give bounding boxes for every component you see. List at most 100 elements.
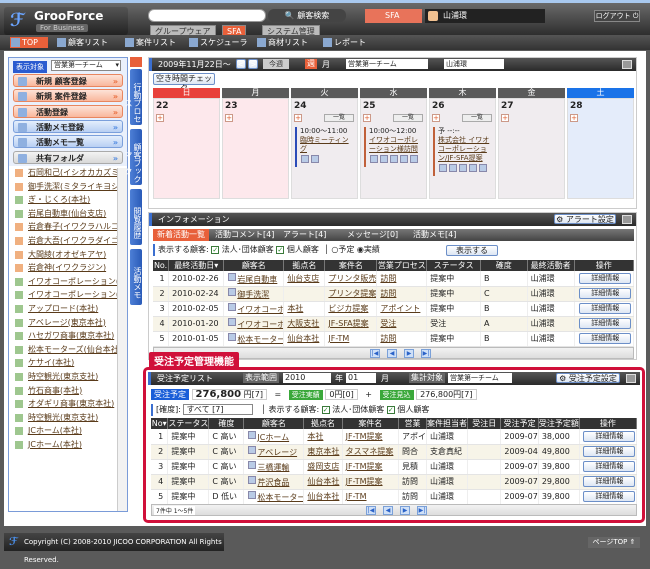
table-cell[interactable]: ビジカ提案 (324, 301, 378, 317)
month-select[interactable]: 01 (346, 373, 376, 383)
column-header[interactable]: 顧客名 (243, 418, 305, 429)
column-header[interactable]: 操作 (574, 260, 635, 271)
table-cell[interactable]: JF-TM提案 (342, 429, 400, 445)
table-cell[interactable]: プリンタ販売 (324, 271, 378, 287)
table-cell[interactable]: JF-SFA提案 (324, 316, 378, 332)
detail-button[interactable]: 詳細情報 (579, 303, 632, 314)
customer-link[interactable]: ハセガワ商事(東京本社) (9, 329, 127, 343)
person-select[interactable]: 山浦環 (444, 59, 504, 69)
new-customer-button[interactable]: 新規 顧客登録 » (13, 74, 123, 87)
table-cell[interactable]: 本社 (283, 301, 326, 317)
add-event-icon[interactable]: + (501, 114, 509, 122)
customer-link[interactable]: 大間綾(オオゼキアヤ) (9, 248, 127, 262)
add-event-icon[interactable]: + (294, 114, 302, 122)
actual-radio[interactable]: ◉ (357, 245, 364, 254)
column-header[interactable]: 確度 (480, 260, 528, 271)
column-header[interactable]: 確度 (208, 418, 245, 429)
show-button[interactable]: 表示する (446, 245, 498, 256)
detail-button[interactable]: 詳細情報 (579, 318, 632, 329)
list-more-button[interactable]: 一覧 (393, 114, 423, 122)
column-header[interactable]: 拠点名 (283, 260, 326, 271)
table-cell[interactable]: 三橋運輸 (243, 459, 305, 475)
page-top-button[interactable]: ページTOP ⇑ (588, 537, 640, 548)
detail-button[interactable]: 詳細情報 (583, 430, 636, 442)
add-event-icon[interactable]: + (156, 114, 164, 122)
customer-link[interactable]: 岩倉春子(イワクラハルコ) (9, 220, 127, 234)
table-cell[interactable]: 本社 (303, 429, 343, 445)
calendar-event[interactable]: 10:00～11:00 臨時ミーティング (295, 127, 353, 167)
alert-settings-button[interactable]: ⚙ アラート設定 (554, 214, 616, 224)
customer-link[interactable]: JCホーム(本社) (9, 438, 127, 452)
event-title[interactable]: イワオコーポレーション様訪問 (369, 136, 422, 154)
info-tab-0[interactable]: 新着活動一覧 (153, 229, 209, 241)
event-action-icon[interactable] (449, 164, 457, 172)
customer-link[interactable]: 時空観光(東京支社) (9, 370, 127, 384)
column-header[interactable]: 案件名 (324, 260, 378, 271)
table-cell[interactable]: JCホーム (243, 429, 305, 445)
detail-button[interactable]: 詳細情報 (583, 446, 636, 457)
minimize-icon[interactable] (622, 215, 632, 224)
column-header[interactable]: No. (153, 260, 170, 271)
event-action-icon[interactable] (469, 164, 477, 172)
customer-link[interactable]: アベレージ(東京本社) (9, 316, 127, 330)
add-event-icon[interactable]: + (363, 114, 371, 122)
column-header[interactable]: 拠点名 (303, 418, 343, 429)
table-cell[interactable]: 芹沢食品 (243, 474, 305, 490)
nav-report[interactable]: レポート (322, 37, 366, 48)
team-select[interactable]: 営業第一チーム (346, 59, 428, 69)
add-event-icon[interactable]: + (432, 114, 440, 122)
detail-button[interactable]: 詳細情報 (583, 476, 636, 487)
event-action-icon[interactable] (301, 155, 309, 163)
add-event-icon[interactable]: + (570, 114, 578, 122)
certainty-select[interactable]: すべて [7] (183, 404, 254, 415)
table-cell[interactable]: 松本モーターズ (243, 489, 305, 505)
customer-list-scrollbar[interactable] (117, 168, 127, 511)
month-view-button[interactable]: 月 (322, 58, 330, 71)
nav-customer-list[interactable]: 顧客リスト (56, 37, 108, 48)
table-cell[interactable]: JF-TM提案 (342, 474, 400, 490)
event-action-icon[interactable] (370, 155, 378, 163)
add-event-icon[interactable]: + (225, 114, 233, 122)
detail-button[interactable]: 詳細情報 (583, 461, 636, 472)
table-cell[interactable] (283, 286, 326, 302)
calendar-event[interactable]: 10:00～12:00 イワオコーポレーション様訪問 (364, 127, 422, 167)
column-header[interactable]: 受注予定 (500, 418, 539, 429)
customer-link[interactable]: 時空観光(東京支社) (9, 411, 127, 425)
indiv-checkbox[interactable]: ✓ (276, 245, 285, 254)
list-more-button[interactable]: 一覧 (462, 114, 492, 122)
info-tab-4[interactable]: 活動メモ[4] (409, 229, 460, 241)
next-page-icon[interactable]: ▶ (400, 506, 410, 515)
day-cell[interactable]: 23 + (222, 98, 289, 199)
table-cell[interactable]: JF-TM (342, 489, 400, 505)
table-cell[interactable]: アベレージ (243, 444, 305, 460)
customer-link[interactable]: 竹石商事(本社) (9, 384, 127, 398)
customer-link[interactable]: 松本モーターズ(仙台本社) (9, 343, 127, 357)
column-header[interactable]: 受注予定額 (538, 418, 580, 429)
next-week-button[interactable]: > (248, 59, 258, 69)
day-cell[interactable]: 28 + (567, 98, 634, 199)
column-header[interactable]: 最終活動日▾ (168, 260, 225, 271)
table-cell[interactable]: 盛岡支店 (303, 459, 343, 475)
search-input[interactable] (148, 9, 266, 22)
event-action-icon[interactable] (439, 164, 447, 172)
day-cell[interactable]: 26 + 一覧予 --:-- 株式会社 イワオコーポレーション/JF-SFA提案 (429, 98, 496, 199)
this-week-button[interactable]: 今週 (263, 59, 289, 69)
day-cell[interactable]: 27 + (498, 98, 565, 199)
event-title[interactable]: 株式会社 イワオコーポレーション/JF-SFA提案 (438, 136, 491, 163)
column-header[interactable]: 営業プロセス (376, 260, 428, 271)
info-tab-2[interactable]: アラート[4] (279, 229, 330, 241)
column-header[interactable]: 操作 (579, 418, 638, 429)
column-header[interactable]: ステータス (426, 260, 481, 271)
customer-link[interactable]: 岩倉神(イワクラジン) (9, 261, 127, 275)
table-cell[interactable]: 松本モーターズ (223, 331, 285, 347)
table-cell[interactable]: タスマネ提案 (342, 444, 400, 460)
event-title[interactable]: 臨時ミーティング (300, 136, 353, 154)
day-cell[interactable]: 24 + 一覧 10:00～11:00 臨時ミーティング (291, 98, 358, 199)
table-cell[interactable]: プリンタ提案 (324, 286, 378, 302)
vtab-2[interactable]: 閲覧履歴 (130, 189, 142, 245)
scope-select[interactable]: 営業第一チーム ▾ (51, 60, 121, 71)
corp-checkbox[interactable]: ✓ (321, 405, 330, 414)
memo-list-button[interactable]: 活動メモ一覧 » (13, 135, 123, 149)
minimize-icon[interactable] (622, 60, 632, 69)
event-action-icon[interactable] (390, 155, 398, 163)
